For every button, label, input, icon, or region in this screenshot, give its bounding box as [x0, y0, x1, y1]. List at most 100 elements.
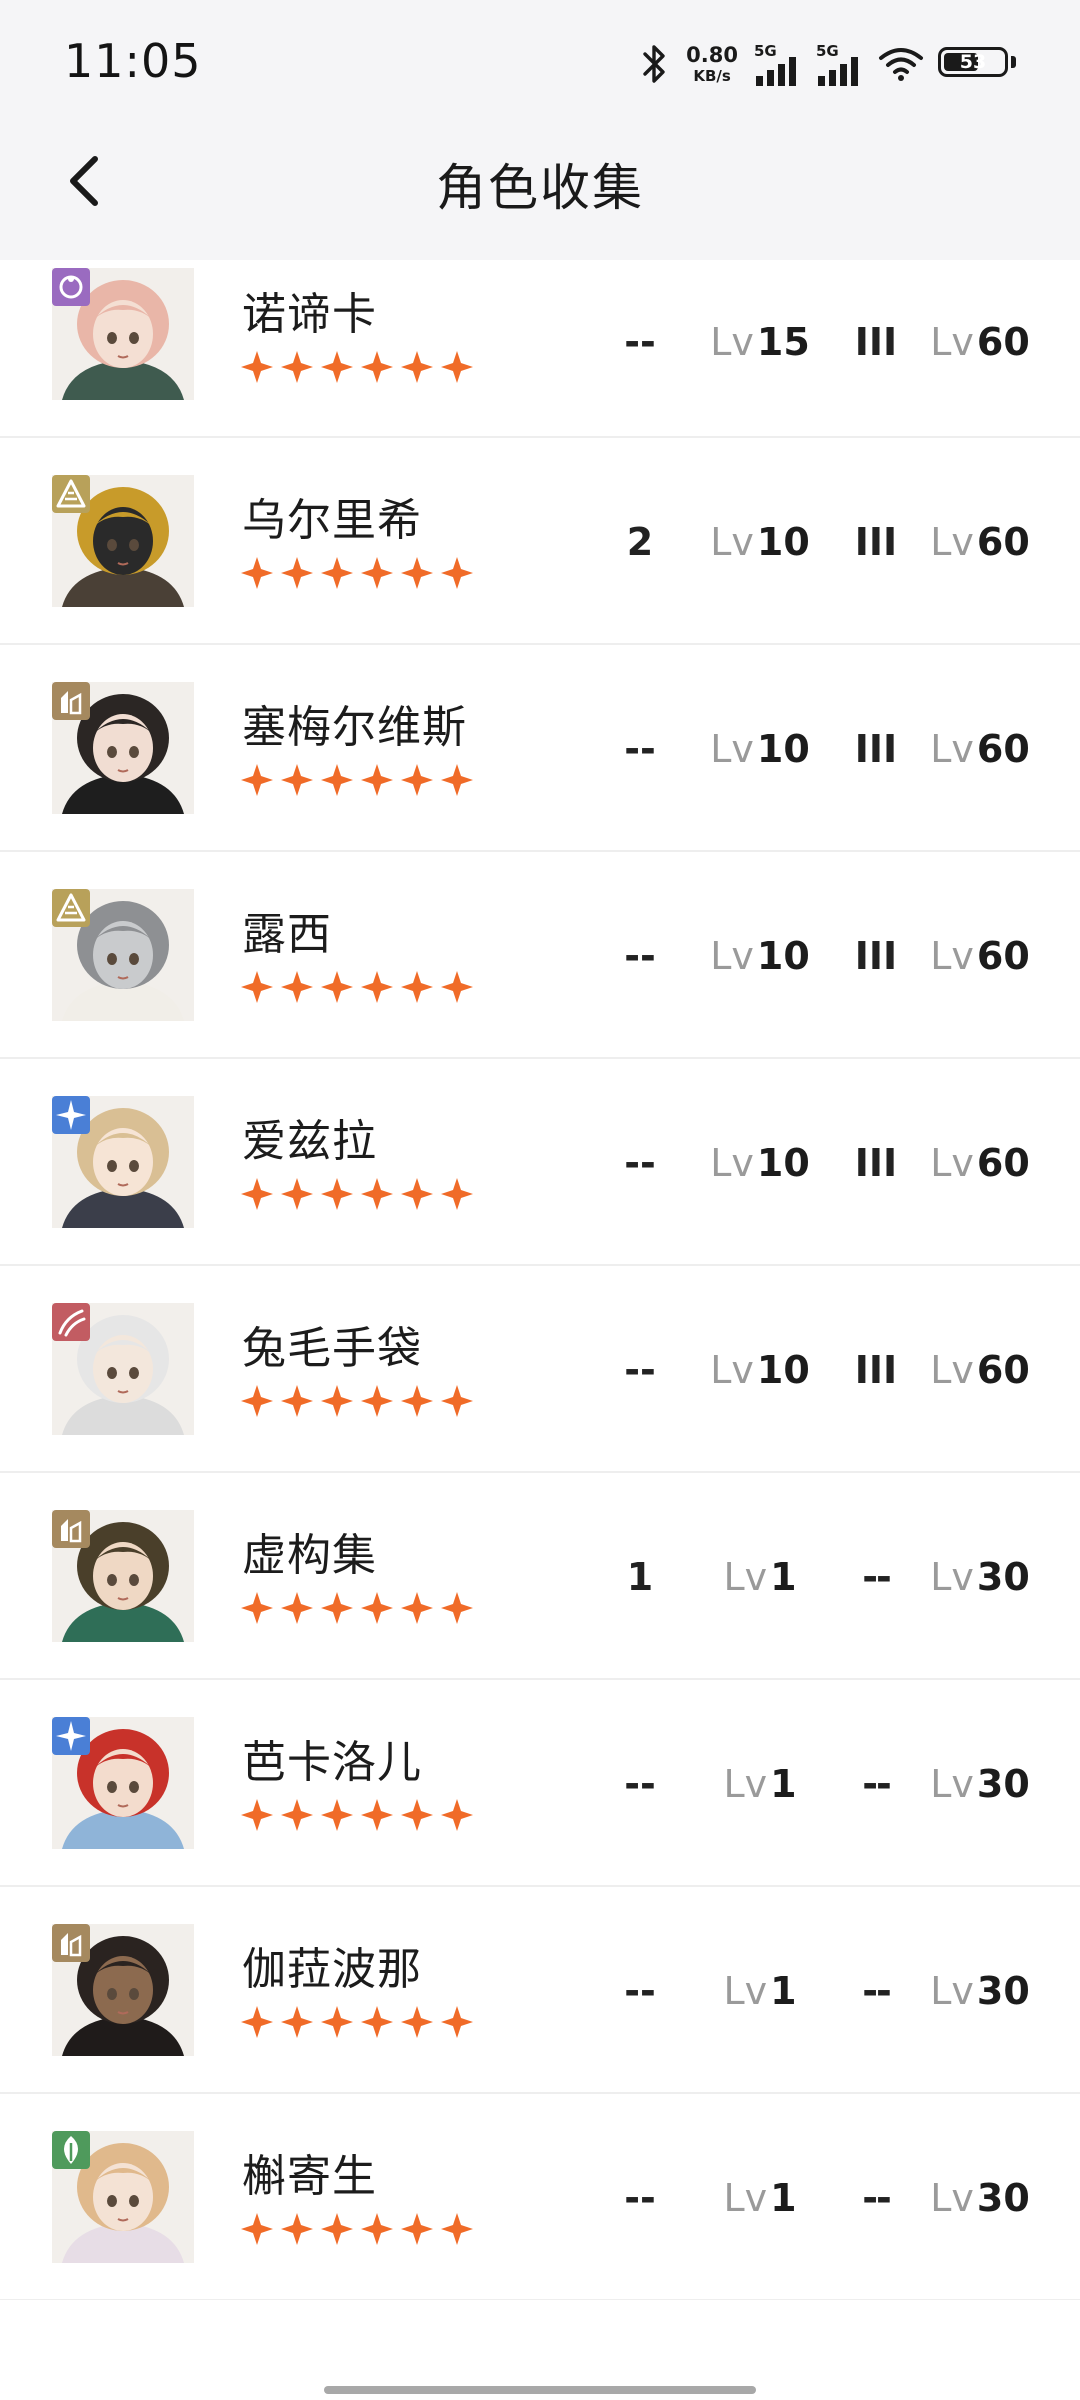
character-row[interactable]: 塞梅尔维斯 -- Lv 10 III Lv 60 — [0, 645, 1080, 852]
level-value: 10 — [756, 934, 810, 978]
insight-level: III — [854, 934, 898, 978]
character-name: 虚构集 — [242, 1530, 377, 1581]
level-value: 1 — [770, 1555, 797, 1599]
character-row[interactable]: 爱兹拉 -- Lv 10 III Lv 60 — [0, 1059, 1080, 1266]
current-level: Lv 1 — [700, 1754, 820, 1814]
insight-level: -- — [862, 2176, 892, 2220]
beast-icon — [52, 682, 90, 720]
star-icon — [241, 557, 273, 589]
star-icon — [241, 351, 273, 383]
rarity-stars — [240, 1177, 474, 1211]
character-name: 槲寄生 — [242, 2151, 377, 2202]
signal-icon: 5G — [816, 42, 864, 86]
character-portrait — [52, 682, 194, 814]
star-icon — [441, 1799, 473, 1831]
star-icon — [321, 1385, 353, 1417]
star-icon — [401, 557, 433, 589]
max-level-value: 30 — [976, 1555, 1030, 1599]
star-icon — [361, 557, 393, 589]
duplicate-count: 2 — [626, 520, 654, 564]
star-icon — [281, 1178, 313, 1210]
star-icon — [361, 2006, 393, 2038]
max-level: Lv 30 — [920, 1961, 1040, 2021]
character-row[interactable]: 芭卡洛儿 -- Lv 1 -- Lv 30 — [0, 1680, 1080, 1887]
character-name: 露西 — [242, 909, 332, 960]
rarity-stars — [240, 350, 474, 384]
max-level: Lv 60 — [920, 1133, 1040, 1193]
max-level-value: 60 — [976, 934, 1030, 978]
duplicate-count: 1 — [626, 1555, 654, 1599]
battery-icon: 53 — [938, 47, 1016, 81]
rarity-stars — [240, 2212, 474, 2246]
beast-icon — [52, 1924, 90, 1962]
level-prefix: Lv — [710, 934, 754, 978]
star-icon — [361, 1178, 393, 1210]
star-icon — [441, 2006, 473, 2038]
home-indicator[interactable] — [324, 2386, 756, 2394]
character-list[interactable]: 诺谛卡 -- Lv 15 III Lv 60 乌尔里希 2 Lv 10 III Lv 60 塞梅尔维斯 -- L… — [0, 260, 1080, 2300]
star-icon — [441, 1385, 473, 1417]
star-icon — [361, 971, 393, 1003]
star-icon — [281, 351, 313, 383]
character-row[interactable]: 露西 -- Lv 10 III Lv 60 — [0, 852, 1080, 1059]
star-icon — [321, 971, 353, 1003]
level-prefix: Lv — [710, 727, 754, 771]
level-prefix: Lv — [930, 320, 974, 364]
rarity-stars — [240, 2005, 474, 2039]
character-portrait — [52, 2131, 194, 2263]
star-icon — [321, 2006, 353, 2038]
level-prefix: Lv — [710, 1348, 754, 1392]
character-row[interactable]: 诺谛卡 -- Lv 15 III Lv 60 — [0, 260, 1080, 438]
character-portrait — [52, 1510, 194, 1642]
star-icon — [401, 971, 433, 1003]
star-icon — [441, 1178, 473, 1210]
character-name: 乌尔里希 — [242, 495, 422, 546]
star-icon — [361, 1385, 393, 1417]
insight-level: III — [854, 320, 898, 364]
top-bar: 11:05 0.80 KB/s 5G 5G 53 角色收集 — [0, 0, 1080, 260]
rarity-stars — [240, 1591, 474, 1625]
level-value: 10 — [756, 727, 810, 771]
max-level-value: 60 — [976, 1141, 1030, 1185]
status-time: 11:05 — [64, 34, 202, 88]
level-value: 10 — [756, 1348, 810, 1392]
character-row[interactable]: 虚构集 1 Lv 1 -- Lv 30 — [0, 1473, 1080, 1680]
rarity-stars — [240, 970, 474, 1004]
star-icon — [361, 1799, 393, 1831]
current-level: Lv 10 — [700, 1340, 820, 1400]
battery-level: 53 — [959, 51, 987, 73]
star-icon — [241, 764, 273, 796]
star-icon — [441, 2213, 473, 2245]
star-icon — [241, 1178, 273, 1210]
duplicate-count: -- — [624, 2176, 656, 2220]
level-prefix: Lv — [710, 520, 754, 564]
star-icon — [281, 1592, 313, 1624]
character-row[interactable]: 槲寄生 -- Lv 1 -- Lv 30 — [0, 2094, 1080, 2300]
max-level: Lv 60 — [920, 719, 1040, 779]
character-row[interactable]: 兔毛手袋 -- Lv 10 III Lv 60 — [0, 1266, 1080, 1473]
level-prefix: Lv — [930, 934, 974, 978]
moon-icon — [52, 268, 90, 306]
level-prefix: Lv — [930, 1762, 974, 1806]
claw-icon — [52, 1303, 90, 1341]
insight-level: III — [854, 1348, 898, 1392]
character-row[interactable]: 乌尔里希 2 Lv 10 III Lv 60 — [0, 438, 1080, 645]
duplicate-count: -- — [624, 1141, 656, 1185]
level-prefix: Lv — [930, 1141, 974, 1185]
star-icon — [401, 1592, 433, 1624]
character-name: 芭卡洛儿 — [242, 1737, 422, 1788]
star-icon — [241, 1385, 273, 1417]
page-title: 角色收集 — [436, 159, 644, 217]
star-icon — [401, 2006, 433, 2038]
insight-level: -- — [862, 1762, 892, 1806]
character-row[interactable]: 伽菈波那 -- Lv 1 -- Lv 30 — [0, 1887, 1080, 2094]
star-icon — [401, 1799, 433, 1831]
spirit-icon — [52, 1096, 90, 1134]
screen: 11:05 0.80 KB/s 5G 5G 53 角色收集 诺谛卡 -- Lv … — [0, 0, 1080, 2400]
current-level: Lv 1 — [700, 1547, 820, 1607]
star-icon — [441, 764, 473, 796]
star-icon — [361, 764, 393, 796]
level-prefix: Lv — [723, 1555, 768, 1599]
star-icon — [281, 1385, 313, 1417]
spirit-icon — [52, 1717, 90, 1755]
